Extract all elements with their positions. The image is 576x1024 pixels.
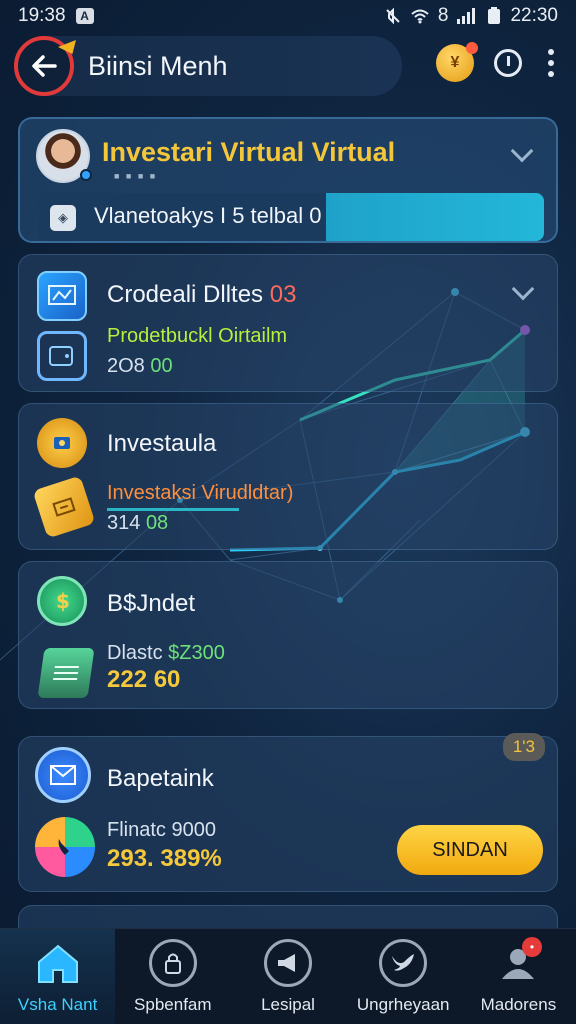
mute-icon (384, 7, 402, 25)
nav-label: Lesipal (261, 995, 315, 1014)
card-subtitle: Investaksi Virudldtar) (107, 482, 294, 504)
shield-icon: ◈ (50, 205, 76, 231)
progress-label: Vlanetoakys I 5 telbal 0 (94, 203, 322, 228)
nav-label: Spbenfam (134, 995, 212, 1014)
nav-item-madorens[interactable]: • Madorens (461, 929, 576, 1024)
chevron-down-icon[interactable] (511, 277, 535, 301)
chevron-down-icon[interactable] (510, 139, 534, 163)
nav-item-spbenfam[interactable]: Spbenfam (115, 929, 230, 1024)
nav-item-ungrheyaan[interactable]: Ungrheyaan (346, 929, 461, 1024)
megaphone-icon (264, 939, 312, 987)
card-value-b: 00 (150, 355, 173, 377)
header-actions: ¥ (436, 42, 560, 82)
card-value: 314 08 (107, 512, 168, 535)
nav-label: Madorens (480, 995, 557, 1014)
card-title-suffix: 03 (269, 281, 297, 308)
card-big-value: 293. 389% (107, 845, 222, 872)
sindan-button[interactable]: SINDAN (397, 825, 543, 875)
card-value-a: 2O8 (107, 355, 145, 377)
progress-bar: ◈ Vlanetoakys I 5 telbal 0 (38, 193, 544, 241)
nav-item-home[interactable]: Vsha Nant (0, 929, 116, 1024)
divider (107, 508, 239, 511)
home-icon (34, 939, 82, 987)
back-button[interactable] (14, 36, 74, 96)
card-title-text: Crodeali Dlltes (107, 281, 264, 308)
phone-icon (35, 817, 95, 877)
status-bar: 19:38 A 8 22:30 (0, 0, 576, 32)
card-title: B$Jndet (107, 590, 196, 617)
notification-dot: • (522, 937, 543, 957)
monitor-icon (37, 271, 87, 321)
profile-title: Investari Virtual Virtual (102, 137, 396, 167)
clock-icon[interactable] (494, 49, 522, 77)
details-card[interactable]: Crodeali Dlltes 03 Prodetbuckl Oirtailm … (18, 254, 558, 392)
arrow-left-icon (32, 55, 57, 77)
card-line-prefix: Dlastc (107, 642, 163, 664)
more-options-icon[interactable] (542, 45, 560, 81)
card-line: Dlastc $Z300 (107, 642, 225, 665)
gear-icon (37, 418, 87, 468)
card-line-value: $Z300 (168, 642, 225, 664)
lock-icon (148, 939, 197, 987)
profile-meta: ■ ■ ■ ■ (114, 171, 158, 181)
card-title: Bapetaink (107, 765, 214, 792)
card-title: Crodeali Dlltes 03 (107, 281, 296, 309)
bottom-navigation: Vsha Nant Spbenfam Lesipal Ungrheyaan • … (0, 928, 576, 1024)
app-notification-icon: A (75, 8, 94, 24)
nav-label: Ungrheyaan (356, 995, 450, 1014)
header-bar: Biinsi Menh (14, 36, 402, 96)
svg-text:$: $ (56, 589, 70, 613)
cash-stack-icon (37, 648, 95, 698)
wallet-icon (37, 331, 87, 381)
battery-icon (486, 7, 502, 25)
investment-profile-card[interactable]: Investari Virtual Virtual ■ ■ ■ ■ ◈ Vlan… (18, 117, 558, 243)
card-value-a: 314 (107, 512, 141, 534)
card-line: Flinatc 9000 (107, 819, 216, 841)
investment-card[interactable]: Investaula Investaksi Virudldtar) 314 08 (18, 403, 558, 550)
card-value-b: 08 (145, 512, 169, 534)
progress-fill (326, 193, 544, 241)
status-indicator: 8 (437, 5, 449, 26)
dollar-coin-icon: $ (37, 576, 87, 626)
bank-card[interactable]: 1'3 Bapetaink Flinatc 9000 293. 389% SIN… (18, 733, 558, 892)
coin-icon[interactable]: ¥ (436, 42, 478, 82)
card-big-value: 222 60 (107, 666, 181, 693)
status-time: 19:38 (18, 5, 66, 26)
mail-icon (35, 747, 91, 803)
page-title: Biinsi Menh (88, 50, 228, 81)
nav-item-lesipal[interactable]: Lesipal (230, 929, 345, 1024)
card-subtitle: Prodetbuckl Oirtailm (107, 325, 288, 347)
budget-card[interactable]: $ B$Jndet Dlastc $Z300 222 60 (18, 561, 558, 709)
signal-icon (456, 8, 478, 24)
online-status-dot (80, 169, 92, 181)
ticket-icon (32, 475, 96, 539)
nav-label: Vsha Nant (17, 995, 98, 1014)
status-right-time: 22:30 (510, 5, 558, 26)
count-badge: 1'3 (502, 733, 545, 761)
bird-icon (379, 939, 428, 987)
card-value: 2O8 00 (107, 355, 173, 378)
wifi-icon (410, 8, 430, 24)
card-title: Investaula (107, 430, 217, 457)
